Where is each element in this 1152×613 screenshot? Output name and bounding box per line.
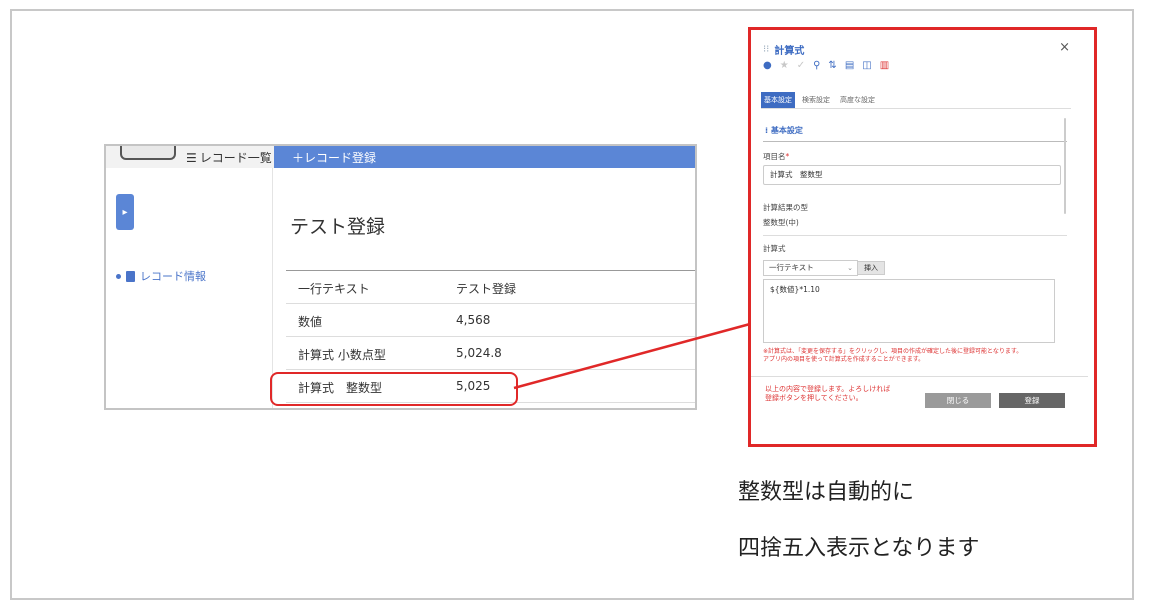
field-select-value: 一行テキスト <box>769 263 814 272</box>
scrollbar[interactable] <box>1064 118 1066 214</box>
grip-icon: ⁞ <box>765 126 769 135</box>
result-type-label: 計算結果の型 <box>763 203 808 212</box>
tab-advanced-settings[interactable]: 高度な設定 <box>837 92 878 108</box>
required-mark: * <box>785 152 790 161</box>
tab-basic-settings[interactable]: 基本設定 <box>761 92 795 108</box>
field-name-label-text: 項目名 <box>763 152 786 161</box>
table-icon[interactable]: ▤ <box>845 60 854 71</box>
formula-textarea[interactable]: ${数値}*1.10 <box>763 279 1055 343</box>
result-type-value: 整数型(中) <box>763 218 799 227</box>
footer-message: 以上の内容で登録します。よろしければ登録ボタンを押してください。 <box>765 385 891 402</box>
chevron-down-icon: ⌄ <box>847 264 853 272</box>
toggle-icon[interactable]: ● <box>763 60 772 71</box>
tab-search-settings[interactable]: 検索設定 <box>799 92 833 108</box>
dialog-title: ⁝⁝ 計算式 <box>763 42 804 57</box>
field-name-input[interactable]: 計算式 整数型 <box>763 165 1061 185</box>
section-title-text: 基本設定 <box>770 126 803 135</box>
section-title: ⁞ 基本設定 <box>765 125 803 136</box>
close-button[interactable]: 閉じる <box>925 393 991 408</box>
star-icon[interactable]: ★ <box>780 60 789 71</box>
dialog-footer: 以上の内容で登録します。よろしければ登録ボタンを押してください。 閉じる 登録 <box>751 376 1088 438</box>
sort-icon[interactable]: ⇅ <box>828 60 836 71</box>
field-name-label: 項目名* <box>763 151 789 162</box>
trash-icon[interactable]: ▥ <box>880 60 889 71</box>
register-button[interactable]: 登録 <box>999 393 1065 408</box>
caption-line-1: 整数型は自動的に <box>738 480 915 505</box>
insert-button[interactable]: 挿入 <box>857 261 885 275</box>
search-icon[interactable]: ⚲ <box>813 60 820 71</box>
check-icon[interactable]: ✓ <box>797 60 805 71</box>
formula-note: ※計算式は、「変更を保存する」をクリックし、項目の作成が確定した後に登録可能とな… <box>763 348 1023 363</box>
divider <box>763 235 1067 236</box>
formula-label: 計算式 <box>763 244 786 253</box>
dialog-body: ⁞ 基本設定 項目名* 計算式 整数型 計算結果の型 整数型(中) 計算式 一行… <box>761 108 1071 379</box>
dialog-tabs: 基本設定 検索設定 高度な設定 <box>761 92 878 108</box>
dialog-toolbar: ● ★ ✓ ⚲ ⇅ ▤ ◫ ▥ <box>763 60 889 71</box>
caption-line-2: 四捨五入表示となります <box>738 536 980 561</box>
grid-icon: ⁝⁝ <box>763 44 770 55</box>
formula-settings-dialog: ⁝⁝ 計算式 × ● ★ ✓ ⚲ ⇅ ▤ ◫ ▥ 基本設定 検索設定 高度な設定… <box>751 30 1088 438</box>
field-select[interactable]: 一行テキスト ⌄ <box>763 260 858 276</box>
columns-icon[interactable]: ◫ <box>862 60 871 71</box>
dialog-title-text: 計算式 <box>774 46 805 57</box>
close-icon[interactable]: × <box>1059 40 1070 55</box>
divider <box>763 141 1067 142</box>
